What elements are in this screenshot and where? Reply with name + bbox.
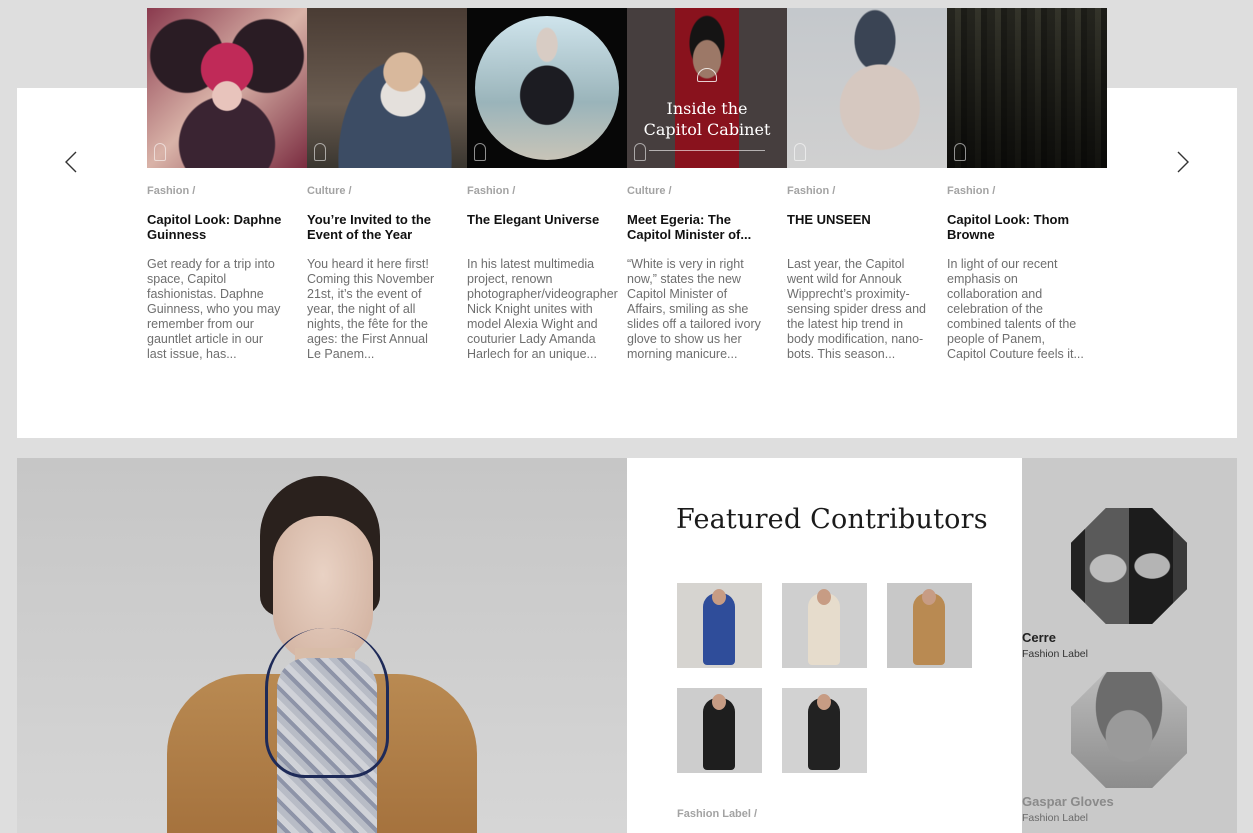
article-thumbnail[interactable]: Inside the Capitol Cabinet [627,8,787,168]
article-card[interactable]: Fashion / Capitol Look: Thom Browne In l… [947,8,1107,368]
model-head [712,589,726,605]
featured-section: Featured Contributors Fashion Label / Ce… [17,458,1237,833]
circular-photo [475,16,619,160]
model-head [922,589,936,605]
capitol-emblem-icon [154,143,166,161]
article-excerpt: In light of our recent emphasis on colla… [947,257,1084,361]
article-category[interactable]: Fashion / [147,185,195,197]
capitol-emblem-icon [634,143,646,161]
article-thumbnail[interactable] [947,8,1107,168]
article-thumbnail[interactable] [467,8,627,168]
hero-model-cord [265,628,389,778]
article-excerpt: Last year, the Capitol went wild for Ann… [787,257,926,361]
article-card[interactable]: Fashion / The Elegant Universe In his la… [467,8,627,368]
article-card[interactable]: Fashion / THE UNSEEN Last year, the Capi… [787,8,947,368]
article-category[interactable]: Fashion / [787,185,835,197]
article-card[interactable]: Culture / You’re Invited to the Event of… [307,8,467,368]
article-card[interactable]: Inside the Capitol Cabinet Culture / Mee… [627,8,787,368]
contributor-category[interactable]: Fashion Label / [677,808,757,820]
chevron-left-icon [65,151,77,173]
article-title[interactable]: THE UNSEEN [787,212,937,227]
contributor-profiles: Cerre Fashion Label Gaspar Gloves Fashio… [1022,458,1237,833]
contributor-avatar[interactable] [1071,508,1187,624]
contributor-role: Fashion Label [1022,812,1088,824]
article-thumbnail[interactable] [787,8,947,168]
featured-contributors-panel: Featured Contributors Fashion Label / [627,458,1032,833]
chevron-right-icon [1177,151,1189,173]
thumbnail-overlay-title: Inside the Capitol Cabinet [643,99,771,139]
page: Fashion / Capitol Look: Daphne Guinness … [0,0,1253,833]
article-category[interactable]: Fashion / [947,185,995,197]
hero-photo[interactable] [17,458,627,833]
article-thumbnail[interactable] [307,8,467,168]
featured-contributors-title: Featured Contributors [676,504,988,535]
gallery-thumbnail[interactable] [782,583,867,668]
contributor-role: Fashion Label [1022,648,1088,660]
article-category[interactable]: Culture / [627,185,672,197]
contributor-name[interactable]: Gaspar Gloves [1022,794,1237,809]
article-title[interactable]: The Elegant Universe [467,212,617,227]
article-title[interactable]: You’re Invited to the Event of the Year [307,212,457,242]
contributor-avatar[interactable] [1071,672,1187,788]
article-title[interactable]: Capitol Look: Daphne Guinness [147,212,297,242]
article-excerpt: “White is very in right now,” states the… [627,257,761,361]
model-head [817,589,831,605]
article-category[interactable]: Fashion / [467,185,515,197]
capitol-emblem-icon [474,143,486,161]
article-title[interactable]: Capitol Look: Thom Browne [947,212,1097,242]
article-card[interactable]: Fashion / Capitol Look: Daphne Guinness … [147,8,307,368]
capitol-crest-icon [697,68,717,82]
article-excerpt: You heard it here first! Coming this Nov… [307,257,435,361]
carousel-prev-button[interactable] [56,147,86,177]
article-thumbnail[interactable] [147,8,307,168]
model-head [817,694,831,710]
carousel-next-button[interactable] [1168,147,1198,177]
gallery-thumbnail[interactable] [887,583,972,668]
gallery-thumbnail[interactable] [677,688,762,773]
model-head [712,694,726,710]
capitol-emblem-icon [794,143,806,161]
article-excerpt: Get ready for a trip into space, Capitol… [147,257,281,361]
article-title[interactable]: Meet Egeria: The Capitol Minister of... [627,212,777,242]
gallery-thumbnail[interactable] [677,583,762,668]
gallery-thumbnail[interactable] [782,688,867,773]
capitol-emblem-icon [954,143,966,161]
articles-list: Fashion / Capitol Look: Daphne Guinness … [147,8,1107,368]
overlay-divider [649,150,765,151]
article-excerpt: In his latest multimedia project, renown… [467,257,618,361]
thumbnail-overlay [627,8,787,168]
capitol-emblem-icon [314,143,326,161]
article-category[interactable]: Culture / [307,185,352,197]
contributor-name[interactable]: Cerre [1022,630,1237,645]
